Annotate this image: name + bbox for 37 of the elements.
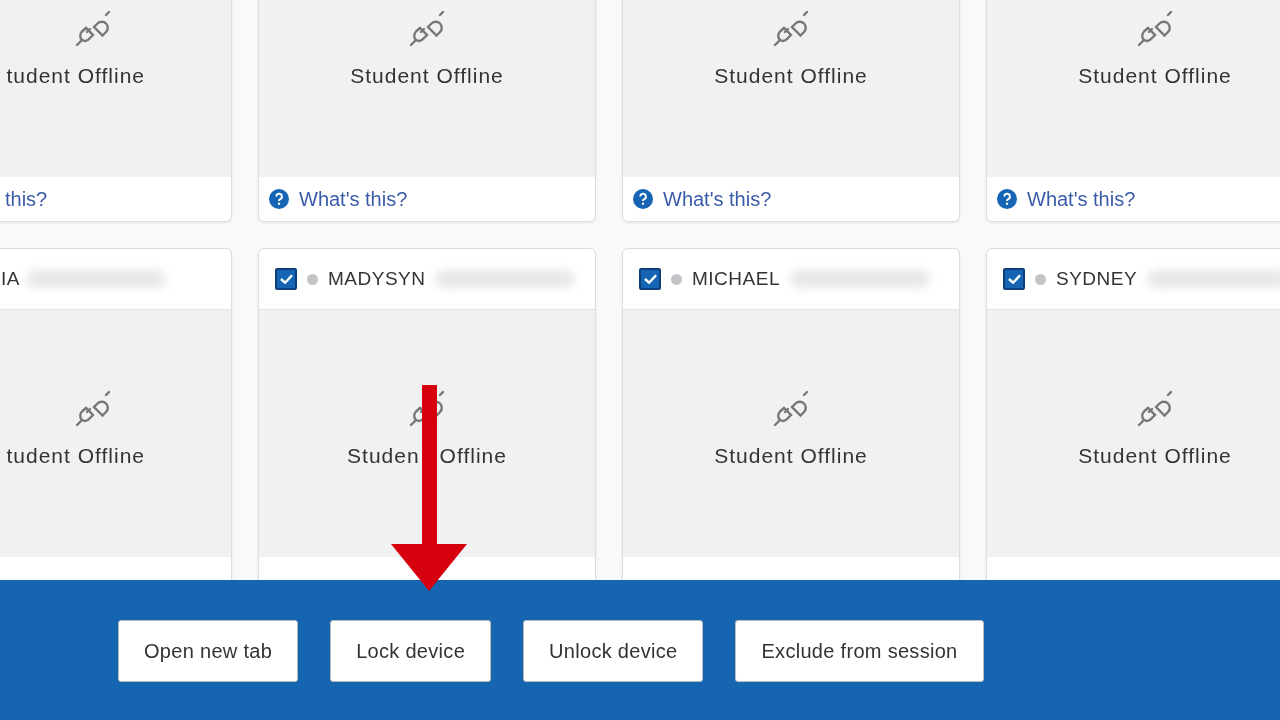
unplugged-icon [771, 388, 811, 428]
student-name: SYDNEY [1056, 268, 1138, 290]
help-icon [269, 189, 289, 209]
unplugged-icon [73, 388, 113, 428]
help-link[interactable]: What's this? [299, 187, 408, 211]
student-name: MADYSYN [328, 268, 426, 290]
help-link[interactable]: What's this? [663, 187, 772, 211]
action-button[interactable]: Open new tab [118, 620, 299, 682]
action-button[interactable]: Exclude from session [735, 620, 984, 682]
help-icon [997, 189, 1017, 209]
unplugged-icon [407, 8, 447, 48]
status-text: Offline [439, 444, 507, 468]
student-name: IA [1, 268, 20, 290]
checkbox[interactable] [275, 268, 297, 290]
help-link[interactable]: What's this? [1027, 187, 1136, 211]
checkmark-icon [1007, 274, 1021, 284]
status-text: tudent Offline [6, 64, 145, 88]
status-text: Student Offline [1078, 444, 1232, 468]
help-link[interactable]: this? [5, 187, 48, 211]
checkmark-icon [643, 274, 657, 284]
status-text: Student Offline [714, 444, 868, 468]
status-text: tudent Offline [6, 444, 145, 468]
status-text: Student Offline [350, 64, 504, 88]
action-button[interactable]: Unlock device [523, 620, 704, 682]
status-text: Studen [347, 444, 420, 468]
unplugged-icon [771, 8, 811, 48]
unplugged-icon [1135, 388, 1175, 428]
student-name: MICHAEL [692, 268, 780, 290]
help-icon [633, 189, 653, 209]
checkmark-icon [279, 274, 293, 284]
checkbox[interactable] [639, 268, 661, 290]
status-text: Student Offline [714, 64, 868, 88]
checkbox[interactable] [1003, 268, 1025, 290]
action-button[interactable]: Lock device [330, 620, 492, 682]
status-text: Student Offline [1078, 64, 1232, 88]
unplugged-icon [73, 8, 113, 48]
unplugged-icon [1135, 8, 1175, 48]
